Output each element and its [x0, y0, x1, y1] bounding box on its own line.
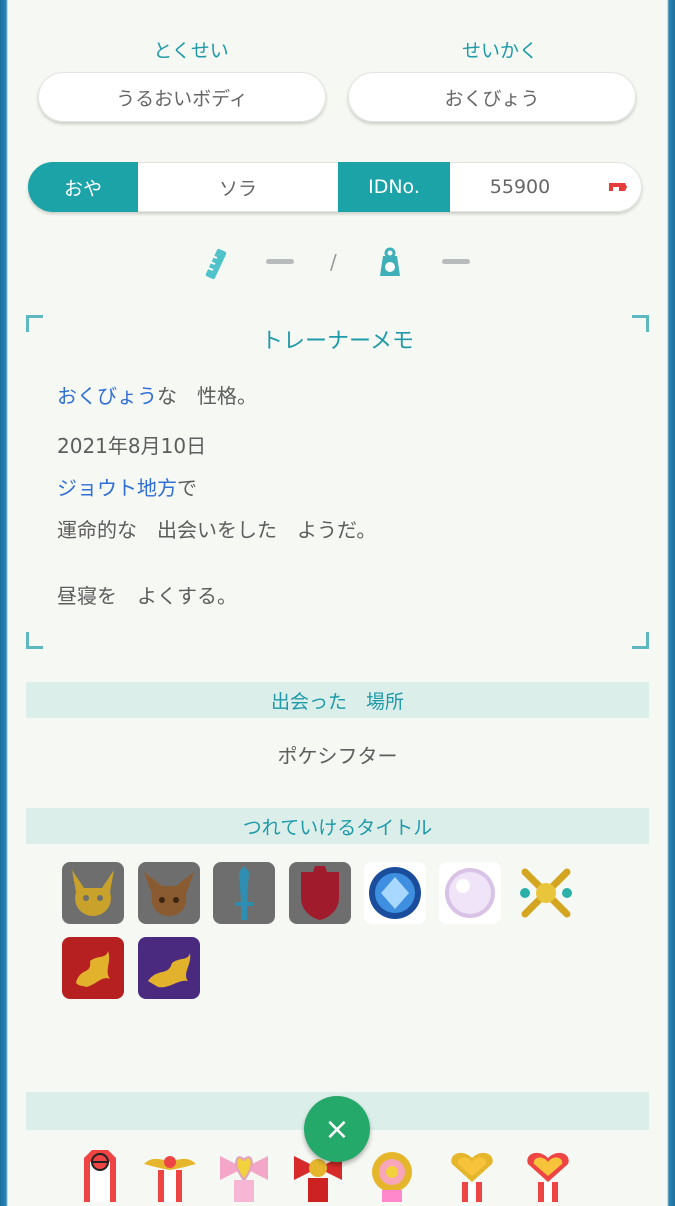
memo-nature-word: おくびょう — [57, 384, 157, 408]
legend-gold-mark-icon[interactable] — [62, 937, 124, 999]
ability-title: とくせい — [153, 40, 229, 62]
crossed-arrows-mark-icon[interactable] — [515, 862, 577, 924]
poke-ball-ribbon-icon[interactable] — [72, 1150, 128, 1202]
shield-mark-icon[interactable] — [289, 862, 351, 924]
ability-pill[interactable]: うるおいボディ — [38, 72, 326, 122]
memo-title: トレーナーメモ — [260, 329, 415, 354]
height-icon — [204, 246, 230, 280]
met-location-value: ポケシフター — [277, 744, 398, 768]
height-value-dash — [266, 259, 294, 264]
memo-nature-line: おくびょうな 性格。 — [57, 380, 257, 409]
sword-mark-icon[interactable] — [213, 862, 275, 924]
titles-header: つれていけるタイトル — [26, 808, 649, 844]
memo-region-suffix: で — [177, 476, 197, 500]
pikachu-mark-icon[interactable] — [62, 862, 124, 924]
game-origin-icon — [600, 162, 636, 212]
weight-value-dash — [442, 259, 470, 264]
memo-meeting: 運命的な 出会いをした ようだ。 — [57, 518, 377, 542]
close-icon: × — [324, 1111, 350, 1147]
ability-value: うるおいボディ — [116, 87, 248, 110]
measure-separator: / — [330, 250, 337, 274]
nature-pill[interactable]: おくびょう — [348, 72, 636, 122]
nature-title: せいかく — [461, 40, 538, 62]
nature-value: おくびょう — [444, 87, 540, 110]
memo-nature-suffix: な 性格。 — [157, 384, 257, 408]
memo-region: ジョウト地方 — [57, 476, 177, 500]
pearl-mark-icon[interactable] — [439, 862, 501, 924]
memo-corner-bl — [26, 632, 43, 649]
wing-ribbon-icon[interactable] — [142, 1150, 198, 1202]
close-button[interactable]: × — [304, 1096, 370, 1162]
weight-icon — [374, 246, 406, 280]
flower-ribbon-icon[interactable] — [364, 1150, 420, 1202]
trainer-info-bar: おや ソラ IDNo. 55900 — [28, 162, 642, 212]
ot-name: ソラ — [218, 177, 257, 200]
memo-region-line: ジョウト地方で — [57, 472, 197, 501]
met-location-header: 出会った 場所 — [26, 682, 649, 718]
memo-characteristic: 昼寝を よくする。 — [57, 584, 237, 608]
summary-panel: とくせい せいかく うるおいボディ おくびょう おや ソラ IDNo. 5590… — [8, 0, 667, 1202]
memo-date: 2021年8月10日 — [57, 434, 207, 458]
heart-ribbon-icon[interactable] — [444, 1150, 500, 1202]
ot-label: おや — [28, 162, 138, 212]
id-label: IDNo. — [338, 162, 450, 212]
id-value: 55900 — [489, 176, 551, 198]
memo-corner-br — [632, 632, 649, 649]
diamond-mark-icon[interactable] — [364, 862, 426, 924]
eevee-mark-icon[interactable] — [138, 862, 200, 924]
heart-ribbon-2-icon[interactable] — [520, 1150, 576, 1202]
pink-bow-ribbon-icon[interactable] — [216, 1150, 272, 1202]
legend-purple-mark-icon[interactable] — [138, 937, 200, 999]
